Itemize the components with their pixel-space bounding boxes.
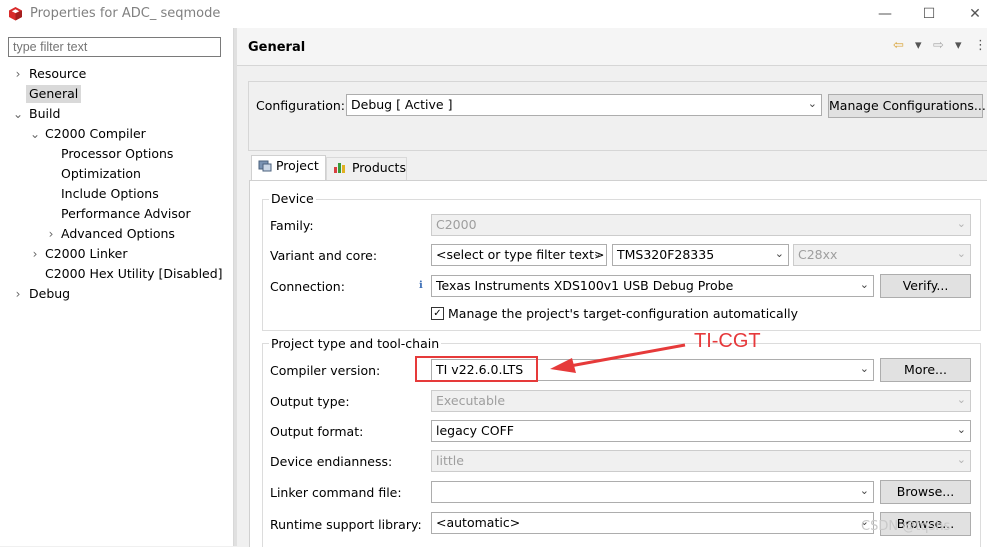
properties-navigation: › Resource General ⌄ Build ⌄ C2000 Compi…: [0, 28, 234, 546]
header-divider: [237, 65, 987, 66]
runtime-library-label: Runtime support library:: [270, 517, 422, 532]
output-type-label: Output type:: [270, 394, 350, 409]
annotation-arrow: [550, 343, 686, 373]
window-title: Properties for ADC_ seqmode: [30, 6, 221, 21]
annotation-label: TI-CGT: [694, 330, 761, 352]
chevron-down-icon: ⌄: [774, 247, 784, 260]
output-format-value: legacy COFF: [436, 423, 514, 438]
tree-item-performance-advisor[interactable]: Performance Advisor: [61, 205, 191, 223]
tree-item-advanced-options[interactable]: Advanced Options: [61, 225, 175, 243]
family-label: Family:: [270, 218, 314, 233]
variant-select[interactable]: TMS320F28335 ⌄: [612, 244, 789, 266]
variant-label: Variant and core:: [270, 248, 378, 263]
tree-item-debug[interactable]: Debug: [29, 285, 70, 303]
configuration-value: Debug [ Active ]: [351, 97, 453, 112]
configuration-select[interactable]: Debug [ Active ] ⌄: [346, 94, 822, 116]
minimize-button[interactable]: —: [870, 4, 900, 24]
device-endianness-value: little: [436, 453, 464, 468]
expand-debug-icon[interactable]: ›: [13, 285, 23, 303]
tab-products-label: Products: [351, 160, 406, 175]
manage-configurations-button[interactable]: Manage Configurations...: [828, 94, 986, 118]
core-value: C28xx: [798, 247, 838, 262]
info-icon: ℹ: [419, 280, 423, 291]
tab-products[interactable]: Products: [326, 157, 407, 181]
output-type-value: Executable: [436, 393, 506, 408]
connection-label: Connection:: [270, 279, 345, 294]
chevron-down-icon: ⌄: [807, 97, 817, 110]
tree-item-c2000-hex-utility[interactable]: C2000 Hex Utility [Disabled]: [45, 265, 223, 283]
connection-select[interactable]: Texas Instruments XDS100v1 USB Debug Pro…: [431, 275, 874, 297]
variant-filter-select[interactable]: <select or type filter text> ⌄: [431, 244, 607, 266]
tree-item-c2000-linker[interactable]: C2000 Linker: [45, 245, 128, 263]
watermark: CSDN @tqshs: [861, 519, 951, 534]
runtime-library-select[interactable]: <automatic> ⌄: [431, 512, 874, 534]
chevron-down-icon: ⌄: [956, 217, 966, 230]
tree-item-processor-options[interactable]: Processor Options: [61, 145, 173, 163]
output-format-select[interactable]: legacy COFF ⌄: [431, 420, 971, 442]
forward-arrow-icon[interactable]: ⇨: [933, 38, 944, 53]
chevron-down-icon: ⌄: [956, 453, 966, 466]
products-tab-icon: [334, 163, 345, 173]
filter-input[interactable]: [8, 37, 221, 57]
manage-target-config-checkbox[interactable]: ✓: [431, 307, 444, 320]
connection-value: Texas Instruments XDS100v1 USB Debug Pro…: [436, 278, 734, 293]
chevron-down-icon: ⌄: [592, 247, 602, 260]
chevron-down-icon: ⌄: [859, 278, 869, 291]
variant-value: TMS320F28335: [617, 247, 715, 262]
maximize-button[interactable]: ☐: [914, 4, 944, 24]
runtime-library-value: <automatic>: [436, 515, 521, 530]
tab-project-label: Project: [275, 158, 319, 173]
configuration-label: Configuration:: [256, 98, 345, 113]
close-button[interactable]: ✕: [960, 4, 987, 24]
linker-command-file-select[interactable]: ⌄: [431, 481, 874, 503]
back-history-dropdown-icon[interactable]: ▾: [915, 38, 922, 53]
chevron-down-icon: ⌄: [956, 393, 966, 406]
tree-item-build[interactable]: Build: [29, 105, 60, 123]
tree-item-optimization[interactable]: Optimization: [61, 165, 141, 183]
project-tab-icon: [258, 160, 272, 172]
view-menu-icon[interactable]: ⋮: [974, 38, 987, 53]
more-button[interactable]: More...: [880, 358, 971, 382]
tree-item-c2000-compiler[interactable]: C2000 Compiler: [45, 125, 146, 143]
device-endianness-select: little ⌄: [431, 450, 971, 472]
device-endianness-label: Device endianness:: [270, 454, 393, 469]
variant-filter-value: <select or type filter text>: [436, 247, 605, 262]
browse-linker-button[interactable]: Browse...: [880, 480, 971, 504]
title-bar: Properties for ADC_ seqmode — ☐ ✕: [0, 0, 987, 28]
tree-item-resource[interactable]: Resource: [29, 65, 86, 83]
chevron-down-icon: ⌄: [859, 362, 869, 375]
forward-history-dropdown-icon[interactable]: ▾: [955, 38, 962, 53]
page-header: General ⇦ ▾ ⇨ ▾ ⋮: [237, 28, 987, 66]
tree-item-include-options[interactable]: Include Options: [61, 185, 159, 203]
back-arrow-icon[interactable]: ⇦: [893, 38, 904, 53]
output-format-label: Output format:: [270, 424, 364, 439]
manage-target-config-label: Manage the project's target-configuratio…: [448, 306, 799, 321]
expand-resource-icon[interactable]: ›: [13, 65, 23, 83]
expand-linker-icon[interactable]: ›: [30, 245, 40, 263]
chevron-down-icon: ⌄: [956, 247, 966, 260]
pane-splitter[interactable]: [234, 28, 237, 546]
expand-advanced-options-icon[interactable]: ›: [46, 225, 56, 243]
collapse-build-icon[interactable]: ⌄: [13, 105, 23, 123]
chevron-down-icon: ⌄: [956, 423, 966, 436]
family-select: C2000 ⌄: [431, 214, 971, 236]
tab-project[interactable]: Project: [251, 155, 326, 181]
tree-item-general[interactable]: General: [26, 85, 82, 103]
page-title: General: [248, 40, 306, 55]
linker-command-file-label: Linker command file:: [270, 485, 402, 500]
device-group-title: Device: [269, 191, 316, 206]
app-cube-icon: [9, 7, 22, 21]
collapse-compiler-icon[interactable]: ⌄: [30, 125, 40, 143]
output-type-select: Executable ⌄: [431, 390, 971, 412]
compiler-version-label: Compiler version:: [270, 363, 381, 378]
chevron-down-icon: ⌄: [859, 484, 869, 497]
core-select: C28xx ⌄: [793, 244, 971, 266]
compiler-highlight-box: [415, 356, 538, 382]
toolchain-group-title: Project type and tool-chain: [269, 336, 442, 351]
family-value: C2000: [436, 217, 477, 232]
verify-button[interactable]: Verify...: [880, 274, 971, 298]
